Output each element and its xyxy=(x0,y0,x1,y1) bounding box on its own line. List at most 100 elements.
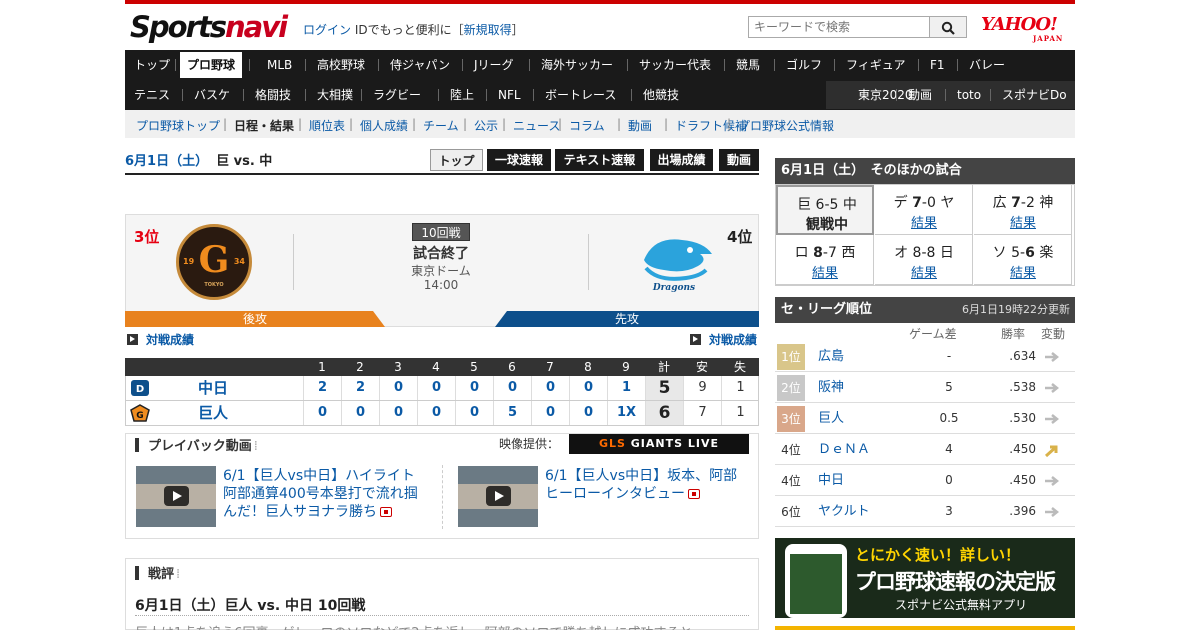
nav2-7[interactable]: ボートレース xyxy=(545,80,616,110)
other-game-cell[interactable]: デ 7-0 ヤ結果 xyxy=(875,185,973,235)
tab-2[interactable]: テキスト速報 xyxy=(555,149,644,171)
nav-9[interactable]: ゴルフ xyxy=(786,50,822,80)
video-title-1[interactable]: 6/1【巨人vs中日】ハイライト 阿部通算400号本塁打で流れ掴んだ！巨人サヨナ… xyxy=(223,467,423,521)
nav-11[interactable]: F1 xyxy=(930,50,945,80)
nav-7[interactable]: サッカー代表 xyxy=(639,50,711,80)
col-pct: 勝率 xyxy=(1001,327,1026,341)
other-game-cell[interactable]: 巨 6-5 中観戦中 xyxy=(776,185,874,235)
search-button[interactable] xyxy=(929,16,967,38)
standings-row: 3位 巨人 0.5 .530 xyxy=(775,403,1075,434)
nav-0[interactable]: トップ xyxy=(134,50,170,80)
register-link[interactable]: 新規取得 xyxy=(464,23,512,37)
nav-4[interactable]: 侍ジャパン xyxy=(390,50,450,80)
video-thumbnail-2[interactable] xyxy=(458,466,538,527)
other-game-link[interactable]: 結果 xyxy=(875,262,973,281)
linescore-team-name[interactable]: 巨人 xyxy=(198,401,228,425)
subnav-8[interactable]: 動画 xyxy=(628,117,652,134)
nav2-6[interactable]: NFL xyxy=(498,80,521,110)
linescore-team-name[interactable]: 中日 xyxy=(198,376,228,400)
video-thumbnail-1[interactable] xyxy=(136,466,216,527)
linescore-cell: 0 xyxy=(531,401,569,425)
nav-2[interactable]: MLB xyxy=(267,50,292,80)
standings-team[interactable]: 阪神 xyxy=(818,372,844,403)
subnav-1[interactable]: 日程・結果 xyxy=(234,117,294,134)
nav-6[interactable]: 海外サッカー xyxy=(541,50,613,80)
nav2-right-1[interactable]: 動画 xyxy=(908,80,932,110)
login-desc: IDでもっと便利に［ xyxy=(354,23,464,37)
game-time: 14:00 xyxy=(423,278,459,292)
subnav-3[interactable]: 個人成績 xyxy=(360,117,408,134)
nav-12[interactable]: バレー xyxy=(969,50,1005,80)
standings-team[interactable]: 中日 xyxy=(818,465,844,496)
subnav-7[interactable]: コラム xyxy=(569,117,605,134)
nav2-right-2[interactable]: toto xyxy=(957,80,981,110)
ad-line1: とにかく速い！詳しい！ xyxy=(855,546,1021,564)
nav-3[interactable]: 高校野球 xyxy=(317,50,365,80)
giants-live-stream-logo[interactable]: GLS GIANTS LIVE STREAM xyxy=(569,434,749,470)
linescore-cell: 7 xyxy=(683,401,721,425)
subnav-6[interactable]: ニュース xyxy=(513,117,560,134)
nav-8[interactable]: 競馬 xyxy=(736,50,760,80)
subnav-5[interactable]: 公示 xyxy=(474,117,498,134)
linescore-cell: 2 xyxy=(303,376,341,400)
inning-badge: 10回戦 xyxy=(412,223,470,241)
tab-3[interactable]: 出場成績 xyxy=(650,149,713,171)
subnav-4[interactable]: チーム xyxy=(423,117,459,134)
other-game-cell[interactable]: 広 7-2 神結果 xyxy=(974,185,1072,235)
linescore-cell: 1 xyxy=(721,401,759,425)
away-bat-bar: 先攻 xyxy=(495,311,759,327)
linescore-col-header: 3 xyxy=(394,360,402,374)
other-game-cell[interactable]: ロ 8-7 西結果 xyxy=(776,235,874,285)
subnav-9[interactable]: ドラフト候補 xyxy=(675,117,747,134)
nav-5[interactable]: Jリーグ xyxy=(474,50,514,80)
giants-logo[interactable]: G 19 34 TOKYO xyxy=(176,224,252,300)
nav2-8[interactable]: 他競技 xyxy=(643,80,679,110)
linescore-cell: 0 xyxy=(531,376,569,400)
tab-4[interactable]: 動画 xyxy=(719,149,759,171)
giants-logo-year1: 19 xyxy=(183,257,195,266)
nav2-2[interactable]: 格闘技 xyxy=(255,80,291,110)
standings-team[interactable]: ヤクルト xyxy=(818,496,870,527)
search-input[interactable] xyxy=(748,16,930,38)
standings-team[interactable]: 巨人 xyxy=(818,403,844,434)
subnav-2[interactable]: 順位表 xyxy=(309,117,345,134)
subnav-separator: | xyxy=(223,117,228,131)
subnav-0[interactable]: プロ野球トップ xyxy=(136,117,220,134)
nav2-1[interactable]: バスケ xyxy=(194,80,230,110)
video-title-2[interactable]: 6/1【巨人vs中日】坂本、阿部ヒーローインタビュー xyxy=(545,467,745,503)
nav2-3[interactable]: 大相撲 xyxy=(317,80,353,110)
video-divider xyxy=(442,465,443,529)
sportsnavi-logo[interactable]: Sportsnavi xyxy=(130,10,288,44)
yahoo-japan-text: JAPAN xyxy=(1033,34,1064,43)
nav2-5[interactable]: 陸上 xyxy=(450,80,474,110)
nav-10[interactable]: フィギュア xyxy=(846,50,906,80)
home-h2h-link[interactable]: 対戦成績 xyxy=(127,331,194,348)
away-h2h-link[interactable]: 対戦成績 xyxy=(690,331,757,348)
nav2-4[interactable]: ラグビー xyxy=(373,80,421,110)
other-game-cell[interactable]: ソ 5-6 楽結果 xyxy=(974,235,1072,285)
app-ad-banner[interactable]: とにかく速い！詳しい！ プロ野球速報の決定版 スポナビ公式無料アプリ xyxy=(775,538,1075,618)
other-game-link[interactable]: 結果 xyxy=(776,262,874,281)
nav-separator xyxy=(990,89,991,101)
linescore-col-header: 7 xyxy=(546,360,554,374)
other-game-link[interactable]: 結果 xyxy=(974,212,1072,231)
heading-dots: ⁞ xyxy=(176,567,181,582)
nav2-right-3[interactable]: スポナビDo xyxy=(1002,80,1067,110)
standings-pct: .530 xyxy=(1009,411,1036,425)
standings-team[interactable]: 広島 xyxy=(818,341,844,372)
other-game-cell[interactable]: オ 8-8 日結果 xyxy=(875,235,973,285)
dragons-logo[interactable]: Dragons xyxy=(634,230,718,294)
tab-1[interactable]: 一球速報 xyxy=(487,149,551,171)
tab-0[interactable]: トップ xyxy=(430,149,483,171)
yahoo-japan-logo[interactable]: YAHOO! JAPAN xyxy=(981,14,1062,43)
other-game-link[interactable]: 結果 xyxy=(974,262,1072,281)
nav2-right-0[interactable]: 東京2020 xyxy=(858,80,913,110)
nav-1[interactable]: プロ野球 xyxy=(180,52,242,78)
login-link[interactable]: ログイン xyxy=(303,23,351,37)
nav2-0[interactable]: テニス xyxy=(134,80,170,110)
og-home: 巨 xyxy=(797,197,812,213)
other-game-link[interactable]: 結果 xyxy=(875,212,973,231)
standings-team[interactable]: ＤｅＮＡ xyxy=(818,434,870,465)
other-game-link[interactable]: 観戦中 xyxy=(778,214,876,234)
subnav-10[interactable]: プロ野球公式情報 xyxy=(738,117,834,134)
